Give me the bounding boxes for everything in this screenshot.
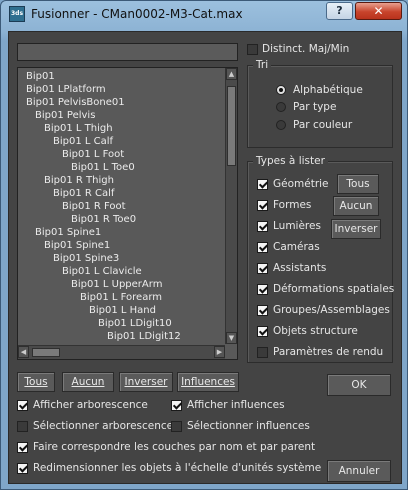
- list-all-button[interactable]: Tous: [17, 372, 55, 392]
- type-label: Assistants: [273, 262, 327, 274]
- tree-item[interactable]: Bip01 Spine1: [35, 226, 101, 239]
- close-button[interactable]: ✕: [355, 2, 402, 20]
- tree-item[interactable]: Bip01 L Calf: [53, 135, 113, 148]
- type-checkbox[interactable]: [257, 200, 268, 211]
- object-list[interactable]: ▲ ▼ ◀ ▶ Bip01 Bip01 LPlatform Bip01 Pelvis…: [17, 67, 238, 360]
- list-invert-button[interactable]: Inverser: [119, 372, 173, 392]
- type-checkbox[interactable]: [257, 263, 268, 274]
- show-influences-label: Afficher influences: [187, 399, 285, 411]
- merge-dialog: 3ds Fusionner - CMan0002-M3-Cat.max ? ✕ …: [0, 0, 408, 490]
- list-influences-button[interactable]: Influences: [177, 372, 239, 392]
- rescale-label: Redimensionner les objets à l'échelle d'…: [33, 462, 322, 474]
- tree-item[interactable]: Bip01 LDigit10: [98, 317, 172, 330]
- sort-alpha-label: Alphabétique: [293, 84, 363, 96]
- type-label: Lumières: [273, 220, 321, 232]
- type-checkbox[interactable]: [257, 305, 268, 316]
- type-label: Formes: [273, 199, 312, 211]
- sort-type-label: Par type: [293, 101, 337, 113]
- tree-item[interactable]: Bip01 R Foot: [62, 200, 126, 213]
- help-button[interactable]: ?: [326, 2, 353, 20]
- window-title: Fusionner - CMan0002-M3-Cat.max: [31, 7, 243, 21]
- sort-alpha-radio[interactable]: [276, 85, 286, 95]
- scroll-down-icon[interactable]: ▼: [226, 332, 237, 344]
- sort-group-title: Tri: [253, 59, 272, 71]
- tree-item[interactable]: Bip01 R Calf: [53, 187, 114, 200]
- show-tree-label: Afficher arborescence: [33, 399, 148, 411]
- tree-item[interactable]: Bip01 L Hand: [89, 304, 156, 317]
- vertical-scroll-thumb[interactable]: [227, 86, 236, 166]
- sort-color-radio[interactable]: [276, 120, 286, 130]
- type-checkbox[interactable]: [257, 347, 268, 358]
- type-checkbox[interactable]: [257, 284, 268, 295]
- select-tree-label: Sélectionner arborescence: [33, 420, 174, 432]
- types-all-button[interactable]: Tous: [337, 174, 379, 194]
- type-label: Paramètres de rendu: [273, 346, 384, 358]
- tree-item[interactable]: Bip01 L Clavicle: [62, 265, 142, 278]
- vertical-scrollbar[interactable]: ▲ ▼: [225, 68, 237, 344]
- type-label: Groupes/Assemblages: [273, 304, 390, 316]
- show-tree-checkbox[interactable]: [17, 400, 28, 411]
- type-label: Déformations spatiales: [273, 283, 395, 295]
- match-layers-checkbox[interactable]: [17, 442, 28, 453]
- type-checkbox[interactable]: [257, 326, 268, 337]
- list-none-button[interactable]: Aucun: [62, 372, 114, 392]
- type-label: Caméras: [273, 241, 320, 253]
- tree-item[interactable]: Bip01 Spine1: [44, 239, 110, 252]
- case-sensitive-label: Distinct. Maj/Min: [262, 43, 350, 55]
- tree-item[interactable]: Bip01 Pelvis: [35, 109, 95, 122]
- horizontal-scroll-thumb[interactable]: [32, 348, 60, 357]
- types-invert-button[interactable]: Inverser: [331, 219, 381, 239]
- tree-item[interactable]: Bip01 LPlatform: [26, 83, 106, 96]
- type-checkbox[interactable]: [257, 221, 268, 232]
- type-checkbox[interactable]: [257, 179, 268, 190]
- rescale-checkbox[interactable]: [17, 463, 28, 474]
- scroll-left-icon[interactable]: ◀: [18, 346, 29, 358]
- type-label: Géométrie: [273, 178, 329, 190]
- tree-item[interactable]: Bip01 Spine3: [53, 252, 119, 265]
- tree-item[interactable]: Bip01: [26, 70, 55, 83]
- match-layers-label: Faire correspondre les couches par nom e…: [33, 441, 316, 453]
- select-tree-checkbox[interactable]: [17, 421, 28, 432]
- select-influences-label: Sélectionner influences: [187, 420, 310, 432]
- scroll-up-icon[interactable]: ▲: [226, 68, 237, 80]
- sort-color-label: Par couleur: [293, 119, 353, 131]
- filter-input[interactable]: [17, 43, 238, 61]
- type-label: Objets structure: [273, 325, 358, 337]
- horizontal-scrollbar[interactable]: ◀ ▶: [18, 345, 225, 359]
- types-none-button[interactable]: Aucun: [333, 196, 379, 216]
- tree-item[interactable]: Bip01 L UpperArm: [71, 278, 162, 291]
- tree-item[interactable]: Bip01 PelvisBone01: [26, 96, 125, 109]
- tree-item[interactable]: Bip01 R Thigh: [44, 174, 114, 187]
- scroll-right-icon[interactable]: ▶: [214, 346, 225, 358]
- title-bar[interactable]: 3ds Fusionner - CMan0002-M3-Cat.max ? ✕: [1, 1, 407, 27]
- types-group-title: Types à lister: [253, 155, 328, 167]
- tree-item[interactable]: Bip01 L Forearm: [80, 291, 162, 304]
- show-influences-checkbox[interactable]: [171, 400, 182, 411]
- sort-type-radio[interactable]: [276, 102, 286, 112]
- app-icon: 3ds: [9, 6, 25, 22]
- cancel-button[interactable]: Annuler: [327, 460, 391, 482]
- tree-item[interactable]: Bip01 R Toe0: [71, 213, 136, 226]
- tree-item[interactable]: Bip01 L Toe0: [71, 161, 135, 174]
- case-sensitive-checkbox[interactable]: [247, 44, 258, 55]
- ok-button[interactable]: OK: [327, 374, 391, 396]
- tree-item[interactable]: Bip01 L Foot: [62, 148, 124, 161]
- dialog-body: ▲ ▼ ◀ ▶ Bip01 Bip01 LPlatform Bip01 Pelvis…: [8, 31, 402, 484]
- tree-item[interactable]: Bip01 L Thigh: [44, 122, 113, 135]
- type-checkbox[interactable]: [257, 242, 268, 253]
- select-influences-checkbox[interactable]: [171, 421, 182, 432]
- tree-item[interactable]: Bip01 LDigit12: [107, 330, 181, 343]
